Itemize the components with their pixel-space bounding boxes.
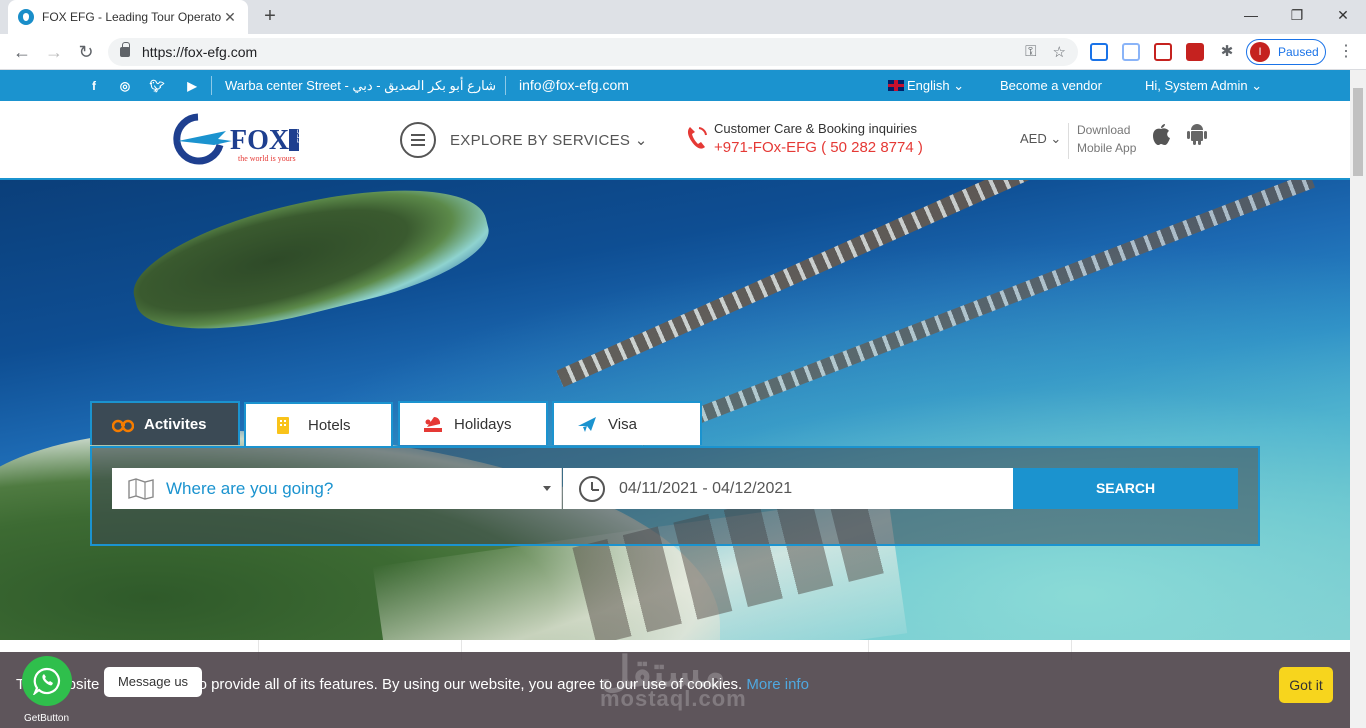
uk-flag-icon [888, 80, 904, 91]
become-vendor-link[interactable]: Become a vendor [1000, 78, 1102, 93]
address-text: Warba center Street - شارع أبو بكر الصدي… [225, 78, 496, 93]
airplane-icon [578, 417, 596, 432]
got-it-button[interactable]: Got it [1279, 667, 1333, 703]
binoculars-icon [112, 419, 134, 433]
customer-care-label: Customer Care & Booking inquiries [714, 121, 918, 136]
date-range-input[interactable]: 04/11/2021 - 04/12/2021 [563, 468, 1013, 509]
more-info-link[interactable]: More info [746, 676, 809, 693]
back-button[interactable]: ← [10, 40, 34, 64]
new-tab-button[interactable]: + [258, 5, 282, 29]
avatar: I [1250, 42, 1270, 62]
destination-placeholder: Where are you going? [166, 478, 334, 498]
getbutton-label[interactable]: GetButton [24, 713, 69, 724]
svg-text:the world is yours: the world is yours [238, 154, 296, 163]
whatsapp-tooltip[interactable]: Message us [104, 667, 202, 697]
tab-hotels[interactable]: Hotels [244, 402, 393, 446]
close-tab-icon[interactable]: ✕ [222, 9, 238, 26]
divider [211, 76, 212, 95]
bookmark-star-icon[interactable]: ☆ [1053, 43, 1066, 61]
android-icon[interactable] [1186, 121, 1208, 147]
date-range-value: 04/11/2021 - 04/12/2021 [619, 479, 793, 497]
chevron-down-icon[interactable] [543, 486, 551, 491]
close-window-button[interactable]: ✕ [1320, 0, 1366, 30]
profile-button[interactable]: I Paused [1246, 39, 1326, 65]
url-text: https://fox-efg.com [142, 44, 258, 60]
youtube-icon[interactable]: ▶ [184, 78, 200, 94]
language-selector[interactable]: English ⌄ [888, 78, 964, 94]
tab-activities[interactable]: Activites [90, 401, 240, 445]
profile-status: Paused [1278, 45, 1319, 59]
scrollbar-thumb[interactable] [1353, 88, 1363, 176]
minimize-button[interactable]: — [1228, 0, 1274, 30]
svg-text:EFG: EFG [297, 129, 304, 143]
destination-input[interactable]: Where are you going? [112, 468, 562, 509]
apple-icon[interactable] [1150, 121, 1172, 147]
page-scrollbar[interactable] [1350, 70, 1366, 728]
tab-visa[interactable]: Visa [552, 401, 702, 445]
page-viewport: f ◎ 🐦︎ ▶ Warba center Street - شارع أبو … [0, 70, 1350, 728]
extension-file-icon[interactable] [1122, 43, 1140, 61]
instagram-icon[interactable]: ◎ [117, 78, 133, 94]
browser-tab-strip: FOX EFG - Leading Tour Operator ✕ + — ❐ … [0, 0, 1366, 34]
fox-logo-icon: FOX EFG the world is yours [173, 113, 304, 165]
site-topbar: f ◎ 🐦︎ ▶ Warba center Street - شارع أبو … [0, 70, 1350, 101]
whatsapp-icon [33, 667, 61, 695]
currency-selector[interactable]: AED ⌄ [1020, 131, 1061, 147]
key-icon[interactable]: ⚿ [1025, 43, 1036, 61]
search-panel: Where are you going? 04/11/2021 - 04/12/… [90, 446, 1260, 546]
extension-shield-icon[interactable] [1186, 43, 1204, 61]
twitter-icon[interactable]: 🐦︎ [149, 78, 165, 94]
customer-care-phone[interactable]: +971-FOx-EFG ( 50 282 8774 ) [714, 139, 923, 156]
clock-icon [579, 475, 605, 502]
lock-icon [120, 42, 130, 57]
facebook-icon[interactable]: f [86, 78, 102, 94]
divider [505, 76, 506, 95]
tab-title: FOX EFG - Leading Tour Operator [42, 10, 222, 24]
map-icon [128, 477, 154, 500]
extension-pocket-icon[interactable] [1154, 43, 1172, 61]
svg-text:FOX: FOX [230, 125, 289, 156]
search-button[interactable]: SEARCH [1013, 468, 1238, 509]
tab-holidays[interactable]: Holidays [398, 401, 548, 445]
reload-button[interactable]: ↻ [74, 40, 98, 64]
restore-button[interactable]: ❐ [1274, 0, 1320, 30]
email-link[interactable]: info@fox-efg.com [519, 77, 629, 93]
menu-hamburger-icon[interactable] [400, 122, 436, 158]
phone-icon [687, 127, 707, 149]
holiday-icon [424, 416, 442, 432]
explore-services-menu[interactable]: EXPLORE BY SERVICES ⌄ [450, 131, 648, 149]
cookie-banner: مستقل mostaql.com This website uses cook… [0, 651, 1350, 728]
address-bar[interactable]: https://fox-efg.com ⚿ ☆ [108, 38, 1078, 66]
divider [1068, 123, 1069, 159]
site-logo[interactable]: FOX EFG the world is yours [168, 111, 308, 169]
user-menu[interactable]: Hi, System Admin ⌄ [1145, 78, 1262, 94]
extension-docs-icon[interactable] [1090, 43, 1108, 61]
browser-menu-icon[interactable]: ⋮ [1336, 42, 1356, 62]
site-favicon-icon [18, 9, 34, 25]
browser-toolbar: ← → ↻ https://fox-efg.com ⚿ ☆ ✱ I Paused… [0, 34, 1366, 70]
browser-tab[interactable]: FOX EFG - Leading Tour Operator ✕ [8, 0, 248, 34]
whatsapp-button[interactable] [22, 656, 72, 706]
download-app-text: Download Mobile App [1077, 123, 1137, 155]
extensions-puzzle-icon[interactable]: ✱ [1218, 43, 1236, 61]
site-header: FOX EFG the world is yours EXPLORE BY SE… [0, 101, 1350, 180]
hotel-icon [277, 417, 289, 434]
forward-button[interactable]: → [42, 40, 66, 64]
